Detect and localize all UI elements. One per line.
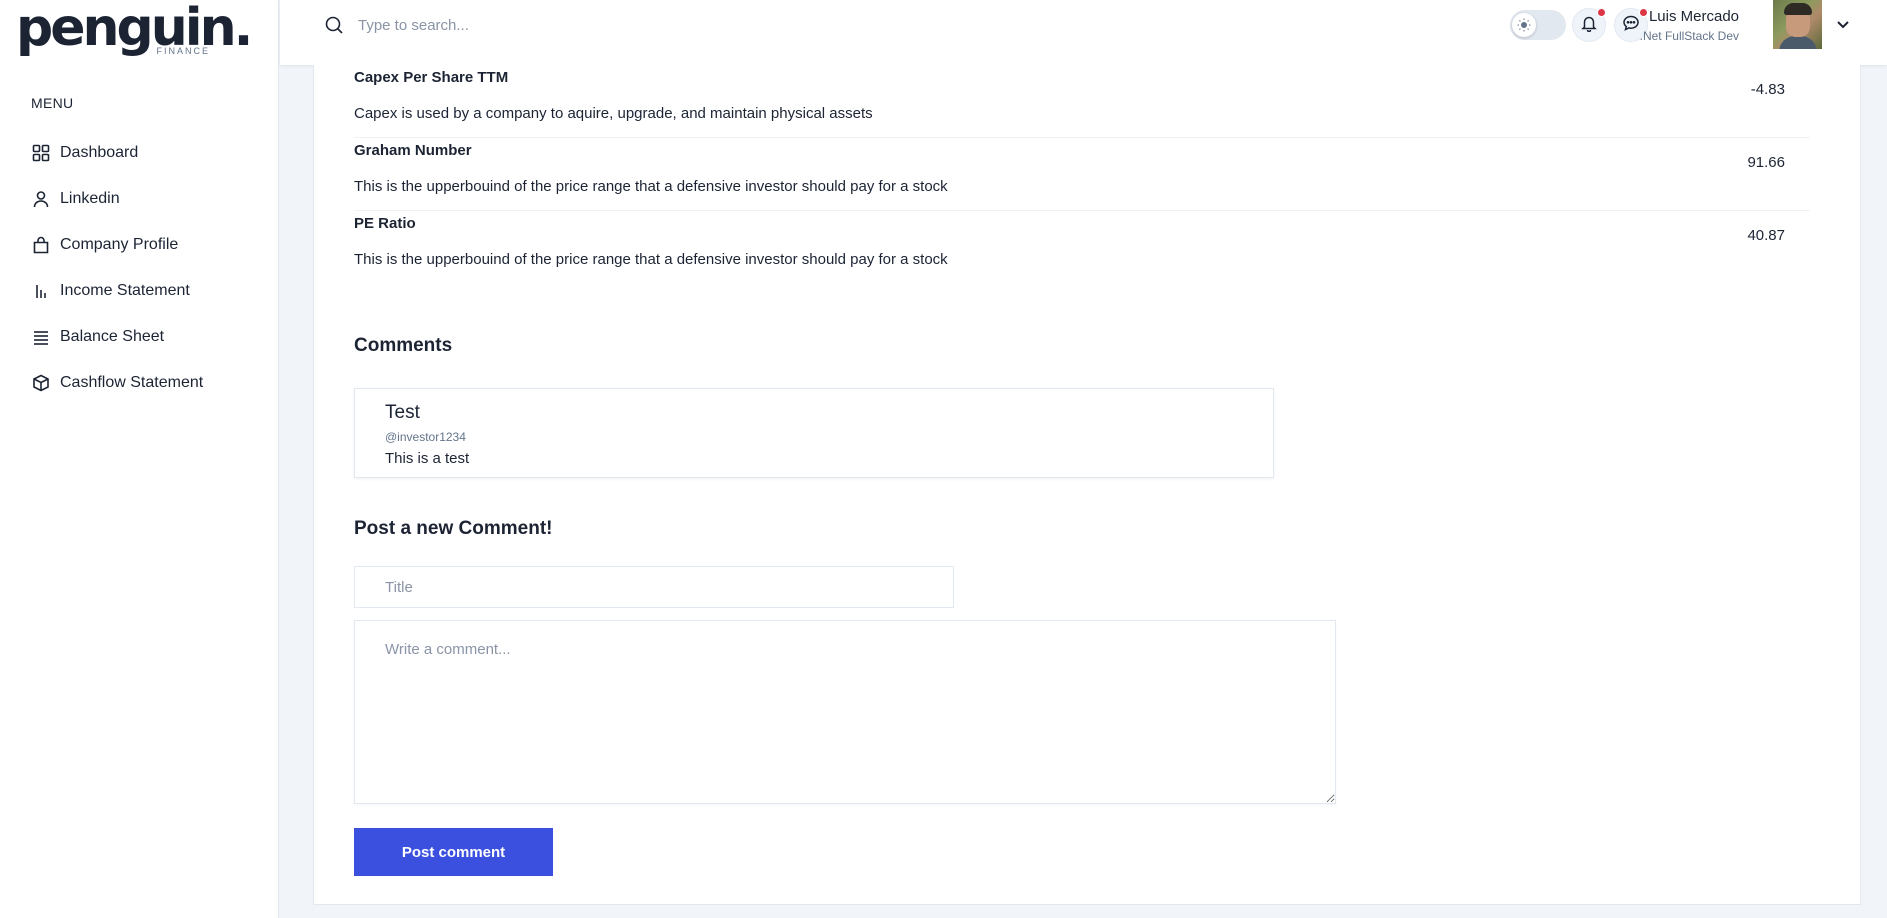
comment-text: This is a test xyxy=(385,450,470,467)
metric-value: 91.66 xyxy=(1747,154,1785,171)
sidebar-item-label: Income Statement xyxy=(60,282,190,299)
metric-value: -4.83 xyxy=(1750,81,1785,98)
sidebar-item-dashboard[interactable]: Dashboard xyxy=(31,130,203,176)
brand-logo[interactable]: penguin. FINANCE xyxy=(16,0,253,60)
top-header: Luis Mercado .Net FullStack Dev xyxy=(280,0,1887,65)
metric-title: Graham Number xyxy=(354,142,472,159)
sidebar-item-label: Dashboard xyxy=(60,144,139,161)
notifications-button[interactable] xyxy=(1572,8,1606,42)
sidebar-item-label: Company Profile xyxy=(60,236,179,253)
sidebar-item-balance-sheet[interactable]: Balance Sheet xyxy=(31,314,203,360)
avatar[interactable] xyxy=(1773,0,1822,49)
metric-description: Capex is used by a company to aquire, up… xyxy=(354,105,873,122)
bag-icon xyxy=(31,235,51,255)
comments-heading: Comments xyxy=(354,335,453,356)
cube-icon xyxy=(31,373,51,393)
sidebar-item-label: Cashflow Statement xyxy=(60,374,204,391)
metric-value: 40.87 xyxy=(1747,227,1785,244)
search-input[interactable] xyxy=(358,12,758,38)
search-icon[interactable] xyxy=(324,15,344,35)
bar-chart-icon xyxy=(31,281,51,301)
comment-title-input[interactable] xyxy=(354,566,954,608)
metric-description: This is the upperbouind of the price ran… xyxy=(354,178,948,195)
message-dot xyxy=(1639,8,1648,17)
stock-detail-card: Capex Per Share TTM Capex is used by a c… xyxy=(313,65,1861,905)
grid-icon xyxy=(31,143,51,163)
chevron-down-icon[interactable] xyxy=(1835,16,1851,32)
post-comment-button[interactable]: Post comment xyxy=(354,828,553,876)
brand-name: penguin. xyxy=(16,0,253,58)
user-icon xyxy=(31,189,51,209)
chat-icon xyxy=(1622,14,1640,37)
metric-row-graham-number: Graham Number This is the upperbouind of… xyxy=(354,138,1810,211)
post-comment-heading: Post a new Comment! xyxy=(354,518,553,539)
brand-subtitle: FINANCE xyxy=(156,46,210,56)
sun-icon xyxy=(1512,13,1536,37)
comment-body-textarea[interactable] xyxy=(354,620,1336,804)
list-icon xyxy=(31,327,51,347)
comment-card: Test @investor1234 This is a test xyxy=(354,388,1274,478)
metric-description: This is the upperbouind of the price ran… xyxy=(354,251,948,268)
notification-dot xyxy=(1597,8,1606,17)
sidebar-item-label: Linkedin xyxy=(60,190,120,207)
metric-title: PE Ratio xyxy=(354,215,416,232)
sidebar-item-income-statement[interactable]: Income Statement xyxy=(31,268,203,314)
metric-row-pe-ratio: PE Ratio This is the upperbouind of the … xyxy=(354,211,1810,284)
sidebar-item-linkedin[interactable]: Linkedin xyxy=(31,176,203,222)
sidebar-nav: Dashboard Linkedin Company Profile Incom… xyxy=(31,130,203,406)
bell-icon xyxy=(1580,14,1598,37)
sidebar-item-cashflow-statement[interactable]: Cashflow Statement xyxy=(31,360,203,406)
comment-author-handle: @investor1234 xyxy=(385,430,466,444)
sidebar-item-company-profile[interactable]: Company Profile xyxy=(31,222,203,268)
dark-mode-toggle[interactable] xyxy=(1510,10,1566,40)
user-name[interactable]: Luis Mercado xyxy=(1649,8,1739,25)
sidebar-item-label: Balance Sheet xyxy=(60,328,165,345)
user-role: .Net FullStack Dev xyxy=(1639,29,1739,43)
metric-title: Capex Per Share TTM xyxy=(354,69,509,86)
metric-row-capex-per-share: Capex Per Share TTM Capex is used by a c… xyxy=(354,65,1810,138)
comment-title: Test xyxy=(385,402,420,423)
menu-title: MENU xyxy=(31,95,74,111)
sidebar: penguin. FINANCE MENU Dashboard Linkedin… xyxy=(0,0,279,918)
